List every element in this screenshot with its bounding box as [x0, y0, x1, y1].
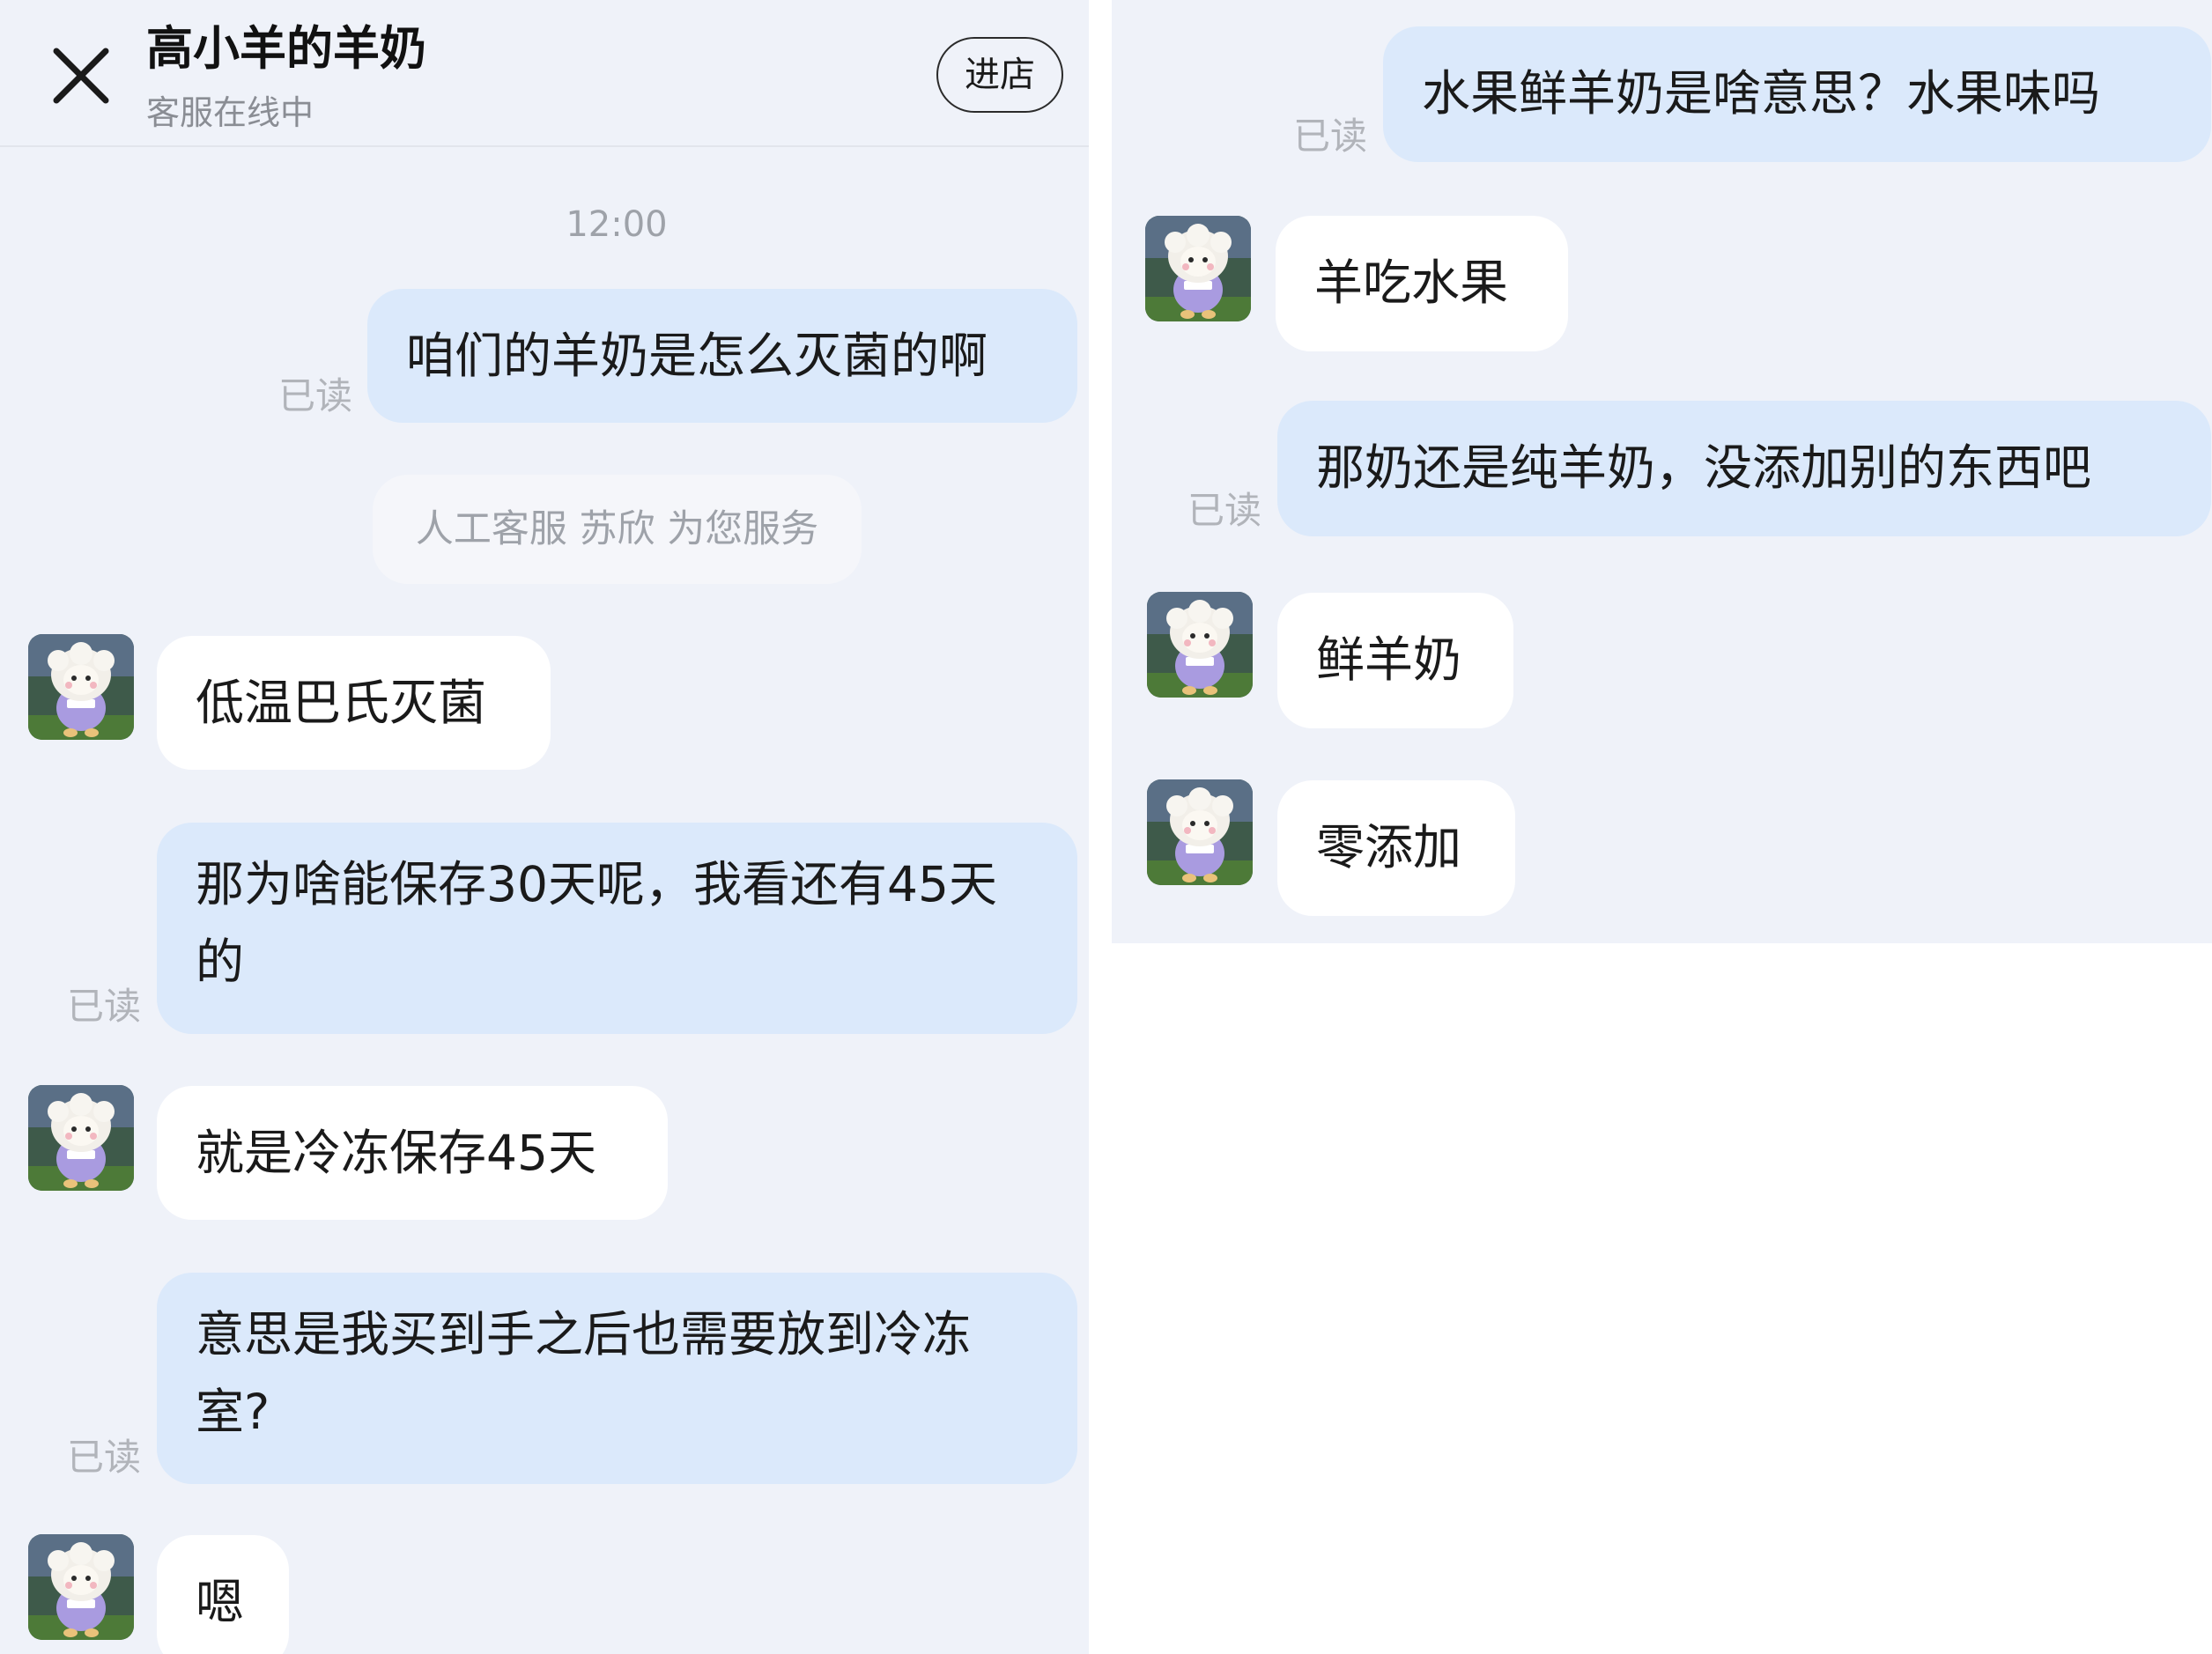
- shop-title: 高小羊的羊奶: [146, 22, 426, 76]
- agent-message-bubble[interactable]: 羊吃水果: [1276, 216, 1568, 351]
- chat-panel-left: 高小羊的羊奶 客服在线中 进店 12:00 已读 咱们的羊奶是怎么灭菌的啊 人工…: [0, 0, 1089, 1654]
- agent-message-bubble[interactable]: 鲜羊奶: [1277, 593, 1513, 728]
- agent-avatar[interactable]: [28, 1085, 134, 1191]
- user-message-bubble[interactable]: 咱们的羊奶是怎么灭菌的啊: [367, 289, 1077, 423]
- sheep-avatar-icon: [28, 634, 134, 740]
- service-status: 客服在线中: [146, 93, 314, 132]
- close-icon[interactable]: [49, 44, 113, 107]
- agent-avatar[interactable]: [28, 634, 134, 740]
- sheep-avatar-icon: [28, 1534, 134, 1640]
- sheep-avatar-icon: [1147, 779, 1253, 885]
- read-receipt: 已读: [278, 374, 353, 417]
- sheep-avatar-icon: [1145, 216, 1251, 321]
- read-receipt: 已读: [67, 1436, 142, 1479]
- agent-message-bubble[interactable]: 嗯: [157, 1535, 289, 1654]
- user-message-bubble[interactable]: 水果鲜羊奶是啥意思？水果味吗: [1383, 26, 2211, 162]
- agent-assigned-notice: 人工客服 苏欣 为您服务: [373, 475, 862, 584]
- enter-shop-button[interactable]: 进店: [936, 37, 1063, 113]
- sheep-avatar-icon: [1147, 592, 1253, 698]
- message-timestamp: 12:00: [566, 204, 668, 245]
- agent-avatar[interactable]: [1147, 592, 1253, 698]
- read-receipt: 已读: [67, 985, 142, 1028]
- sheep-avatar-icon: [28, 1085, 134, 1191]
- agent-avatar[interactable]: [1145, 216, 1251, 321]
- chat-panel-right: 已读 水果鲜羊奶是啥意思？水果味吗 羊吃水果 已读 那奶还是纯羊奶，没添加别的东…: [1112, 0, 2212, 943]
- agent-avatar[interactable]: [1147, 779, 1253, 885]
- user-message-bubble[interactable]: 那奶还是纯羊奶，没添加别的东西吧: [1277, 401, 2211, 536]
- agent-message-bubble[interactable]: 零添加: [1277, 780, 1515, 916]
- user-message-bubble[interactable]: 意思是我买到手之后也需要放到冷冻室?: [157, 1273, 1077, 1484]
- user-message-bubble[interactable]: 那为啥能保存30天呢，我看还有45天的: [157, 823, 1077, 1034]
- agent-message-bubble[interactable]: 就是冷冻保存45天: [157, 1086, 668, 1220]
- agent-message-bubble[interactable]: 低温巴氏灭菌: [157, 636, 551, 770]
- chat-header: 高小羊的羊奶 客服在线中 进店: [0, 0, 1089, 147]
- read-receipt: 已读: [1187, 489, 1262, 532]
- agent-avatar[interactable]: [28, 1534, 134, 1640]
- read-receipt: 已读: [1293, 114, 1368, 158]
